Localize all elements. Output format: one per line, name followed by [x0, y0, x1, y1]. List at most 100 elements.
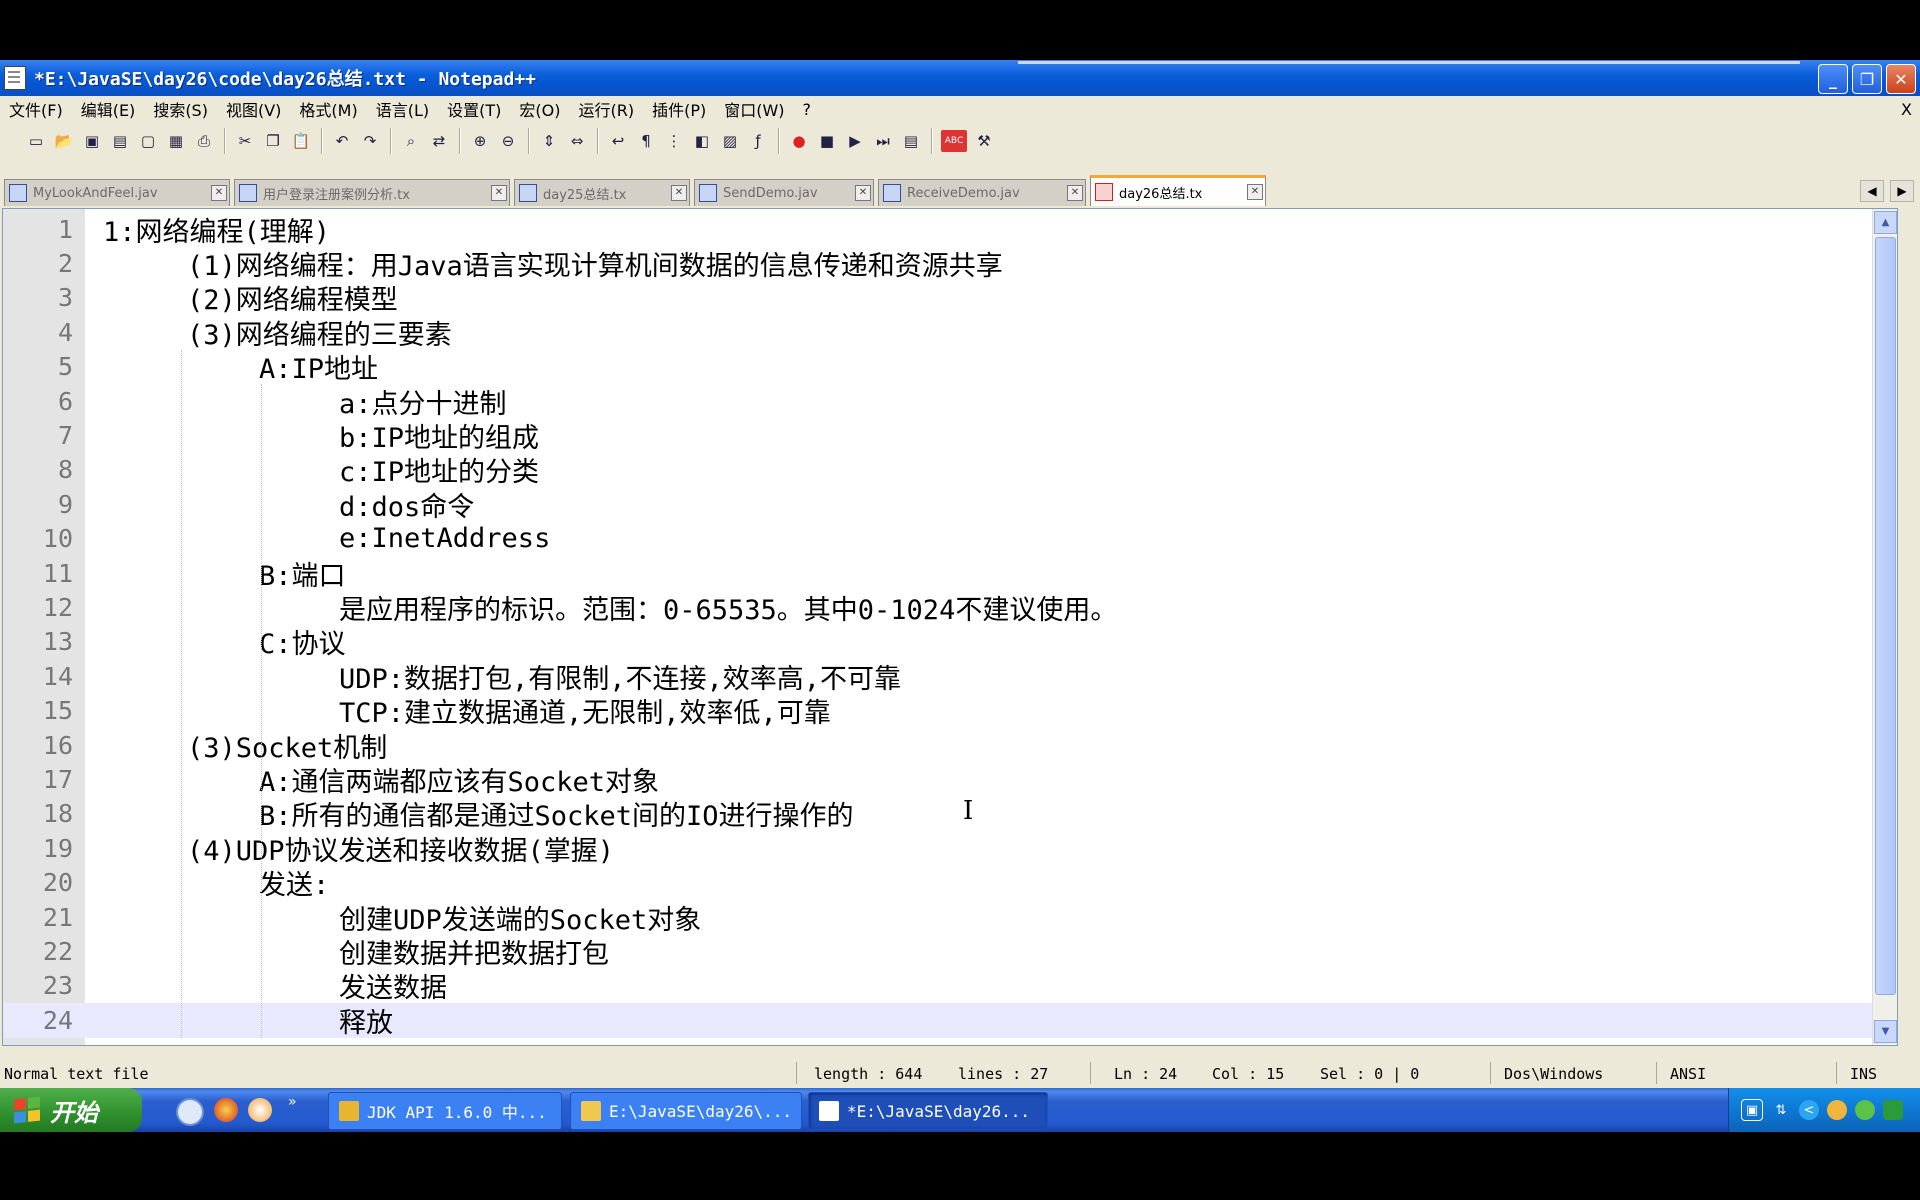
paste-icon[interactable]: 📋	[290, 130, 312, 152]
taskbar-task-button[interactable]: JDK API 1.6.0 中...	[328, 1092, 562, 1130]
print-icon[interactable]: ⎙	[193, 130, 215, 152]
taskbar-task-button[interactable]: *E:\JavaSE\day26...	[808, 1092, 1048, 1130]
text-editor[interactable]: 1 1:网络编程(理解) 2 (1)网络编程：用Java语言实现计算机间数据的信息传递…	[2, 208, 1898, 1046]
tab-scroll-left-button[interactable]: ◀	[1860, 180, 1884, 202]
editor-line[interactable]: 24 释放	[3, 1003, 1897, 1039]
title-bar[interactable]: *E:\JavaSE\day26\code\day26总结.txt - Note…	[0, 60, 1920, 96]
editor-line[interactable]: 10 e:InetAddress	[3, 522, 1897, 556]
close-all-icon[interactable]: ▦	[165, 130, 187, 152]
editor-line[interactable]: 20 发送:	[3, 866, 1897, 901]
wrench-icon[interactable]: ⚒	[973, 130, 995, 152]
close-document-button[interactable]: X	[1901, 100, 1912, 119]
user-lang-icon[interactable]: ◧	[691, 130, 713, 152]
spell-check-icon[interactable]: ABC	[941, 130, 967, 152]
editor-line[interactable]: 17 A:通信两端都应该有Socket对象	[3, 762, 1897, 798]
taskbar-task-button[interactable]: E:\JavaSE\day26\...	[570, 1092, 802, 1130]
close-window-button[interactable]: ✕	[1886, 64, 1916, 94]
find-icon[interactable]: ⌕	[400, 130, 422, 152]
menu-item[interactable]: 语言(L)	[367, 97, 438, 121]
scroll-up-button[interactable]: ▲	[1874, 211, 1897, 234]
tab-scroll-right-button[interactable]: ▶	[1890, 180, 1914, 202]
redo-icon[interactable]: ↷	[359, 130, 381, 152]
browser-icon[interactable]	[248, 1098, 272, 1122]
new-file-icon[interactable]: ▭	[25, 130, 47, 152]
save-icon[interactable]: ▣	[81, 130, 103, 152]
menu-item[interactable]: ?	[794, 100, 821, 119]
scrollbar-thumb[interactable]	[1875, 237, 1896, 995]
editor-line[interactable]: 1 1:网络编程(理解)	[3, 212, 1897, 248]
editor-line[interactable]: 7 b:IP地址的组成	[3, 418, 1897, 454]
editor-line[interactable]: 19 (4)UDP协议发送和接收数据(掌握)	[3, 831, 1897, 867]
editor-line[interactable]: 18 B:所有的通信都是通过Socket间的IO进行操作的	[3, 797, 1897, 832]
menu-item[interactable]: 插件(P)	[643, 97, 715, 121]
editor-line[interactable]: 3 (2)网络编程模型	[3, 281, 1897, 316]
tab-document[interactable]: ReceiveDemo.jav ✕	[878, 179, 1086, 206]
tab-document[interactable]: MyLookAndFeel.jav ✕	[4, 179, 230, 206]
open-file-icon[interactable]: 📂	[53, 130, 75, 152]
doc-map-icon[interactable]: ▨	[719, 130, 741, 152]
play-macro-icon[interactable]: ▶	[844, 130, 866, 152]
menu-item[interactable]: 窗口(W)	[715, 97, 793, 121]
record-macro-icon[interactable]: ●	[788, 130, 810, 152]
editor-line[interactable]: 4 (3)网络编程的三要素	[3, 315, 1897, 351]
close-icon[interactable]: ▢	[137, 130, 159, 152]
replace-icon[interactable]: ⇄	[428, 130, 450, 152]
menu-item[interactable]: 视图(V)	[217, 97, 290, 121]
editor-line[interactable]: 11 B:端口	[3, 556, 1897, 592]
indent-guide-icon[interactable]: ⋮	[663, 130, 685, 152]
run-macro-multiple-icon[interactable]: ⏭	[872, 130, 894, 152]
tab-document[interactable]: day25总结.tx ✕	[514, 179, 690, 206]
editor-line[interactable]: 6 a:点分十进制	[3, 384, 1897, 420]
cut-icon[interactable]: ✂	[234, 130, 256, 152]
tab-close-icon[interactable]: ✕	[671, 185, 687, 201]
editor-line[interactable]: 5 A:IP地址	[3, 350, 1897, 385]
editor-line[interactable]: 8 c:IP地址的分类	[3, 453, 1897, 488]
menu-item[interactable]: 编辑(E)	[72, 97, 145, 121]
word-wrap-icon[interactable]: ↩	[607, 130, 629, 152]
tab-close-icon[interactable]: ✕	[211, 185, 227, 201]
tab-close-icon[interactable]: ✕	[855, 185, 871, 201]
tray-security-icon[interactable]	[1855, 1100, 1875, 1120]
undo-icon[interactable]: ↶	[331, 130, 353, 152]
editor-line[interactable]: 12 是应用程序的标识。范围：0-65535。其中0-1024不建议使用。	[3, 590, 1897, 626]
menu-item[interactable]: 运行(R)	[569, 97, 643, 121]
tray-window-icon[interactable]: ▣	[1741, 1099, 1763, 1121]
zoom-in-icon[interactable]: ⊕	[469, 130, 491, 152]
sync-horizontal-icon[interactable]: ⇔	[566, 130, 588, 152]
editor-line[interactable]: 16 (3)Socket机制	[3, 728, 1897, 764]
menu-item[interactable]: 搜索(S)	[144, 97, 217, 121]
tab-active-document[interactable]: day26总结.tx ✕	[1090, 175, 1266, 206]
menu-item[interactable]: 格式(M)	[290, 97, 366, 121]
maximize-button[interactable]: ❐	[1852, 64, 1882, 94]
menu-item[interactable]: 设置(T)	[438, 97, 510, 121]
scroll-down-button[interactable]: ▼	[1874, 1020, 1897, 1043]
editor-line[interactable]: 14 UDP:数据打包,有限制,不连接,效率高,不可靠	[3, 659, 1897, 695]
save-macro-icon[interactable]: ▤	[900, 130, 922, 152]
tab-close-icon[interactable]: ✕	[491, 185, 507, 201]
chrome-icon[interactable]	[214, 1098, 238, 1122]
save-all-icon[interactable]: ▤	[109, 130, 131, 152]
editor-line[interactable]: 23 发送数据	[3, 969, 1897, 1004]
tab-close-icon[interactable]: ✕	[1067, 185, 1083, 201]
show-all-chars-icon[interactable]: ¶	[635, 130, 657, 152]
menu-item[interactable]: 文件(F)	[0, 97, 72, 121]
stop-macro-icon[interactable]: ■	[816, 130, 838, 152]
sync-vertical-icon[interactable]: ⇕	[538, 130, 560, 152]
editor-line[interactable]: 2 (1)网络编程：用Java语言实现计算机间数据的信息传递和资源共享	[3, 246, 1897, 282]
tab-document[interactable]: 用户登录注册案例分析.tx ✕	[234, 179, 510, 206]
editor-line[interactable]: 22 创建数据并把数据打包	[3, 934, 1897, 970]
tray-ime-icon[interactable]: <	[1799, 1100, 1819, 1120]
tray-network-icon[interactable]: ⇅	[1771, 1100, 1791, 1120]
minimize-button[interactable]: _	[1818, 64, 1848, 94]
vertical-scrollbar[interactable]: ▲ ▼	[1872, 209, 1897, 1045]
zoom-out-icon[interactable]: ⊖	[497, 130, 519, 152]
editor-line[interactable]: 15 TCP:建立数据通道,无限制,效率低,可靠	[3, 694, 1897, 729]
start-button[interactable]: 开始	[0, 1088, 142, 1132]
tray-update-icon[interactable]	[1883, 1100, 1903, 1120]
tray-app-icon[interactable]	[1827, 1100, 1847, 1120]
tab-document[interactable]: SendDemo.jav ✕	[694, 179, 874, 206]
quick-launch-more-icon[interactable]: »	[288, 1094, 297, 1110]
show-desktop-icon[interactable]	[176, 1098, 204, 1126]
menu-item[interactable]: 宏(O)	[510, 97, 569, 121]
function-list-icon[interactable]: ƒ	[747, 130, 769, 152]
